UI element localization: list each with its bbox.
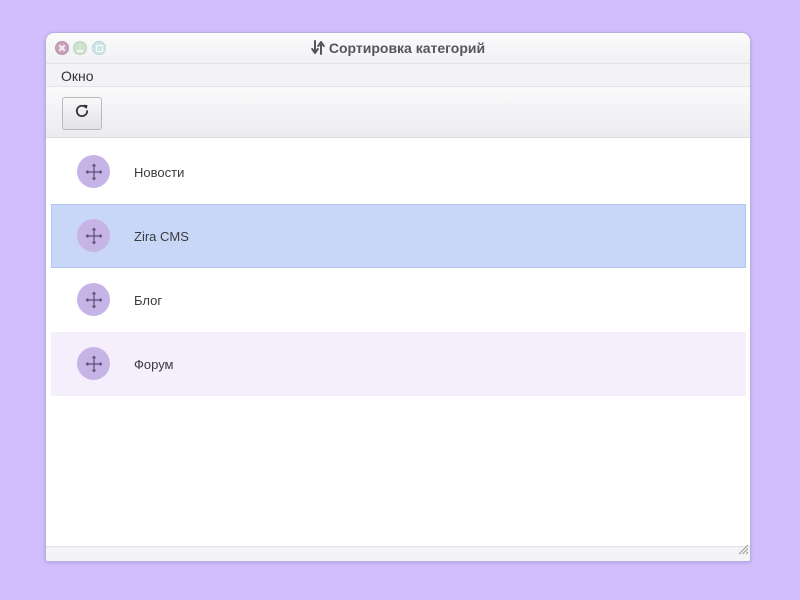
move-arrows-icon[interactable] xyxy=(77,283,110,316)
title-bar[interactable]: Сортировка категорий xyxy=(46,33,750,64)
status-bar xyxy=(46,544,750,561)
move-arrows-icon[interactable] xyxy=(77,347,110,380)
menu-item-window[interactable]: Окно xyxy=(61,68,94,84)
toolbar xyxy=(46,87,750,138)
move-arrows-icon[interactable] xyxy=(77,155,110,188)
list-item[interactable]: Форум xyxy=(51,332,746,396)
list-item-label: Форум xyxy=(134,357,174,372)
sort-arrows-icon xyxy=(311,40,325,58)
sort-categories-window: Сортировка категорий Окно Новости Zira C… xyxy=(46,33,750,561)
list-item[interactable]: Zira CMS xyxy=(51,204,746,268)
refresh-icon xyxy=(74,103,90,124)
list-item-label: Zira CMS xyxy=(134,229,189,244)
category-list: Новости Zira CMS Блог Форум xyxy=(51,140,746,396)
list-item-label: Блог xyxy=(134,293,163,308)
list-item-label: Новости xyxy=(134,165,185,180)
refresh-button[interactable] xyxy=(62,97,102,130)
menu-bar: Окно xyxy=(46,64,750,87)
list-item[interactable]: Блог xyxy=(51,268,746,332)
window-title: Сортировка категорий xyxy=(328,40,486,56)
window-title-area: Сортировка категорий xyxy=(46,40,750,58)
resize-grip-icon[interactable] xyxy=(738,542,749,560)
move-arrows-icon[interactable] xyxy=(77,219,110,252)
list-item[interactable]: Новости xyxy=(51,140,746,204)
